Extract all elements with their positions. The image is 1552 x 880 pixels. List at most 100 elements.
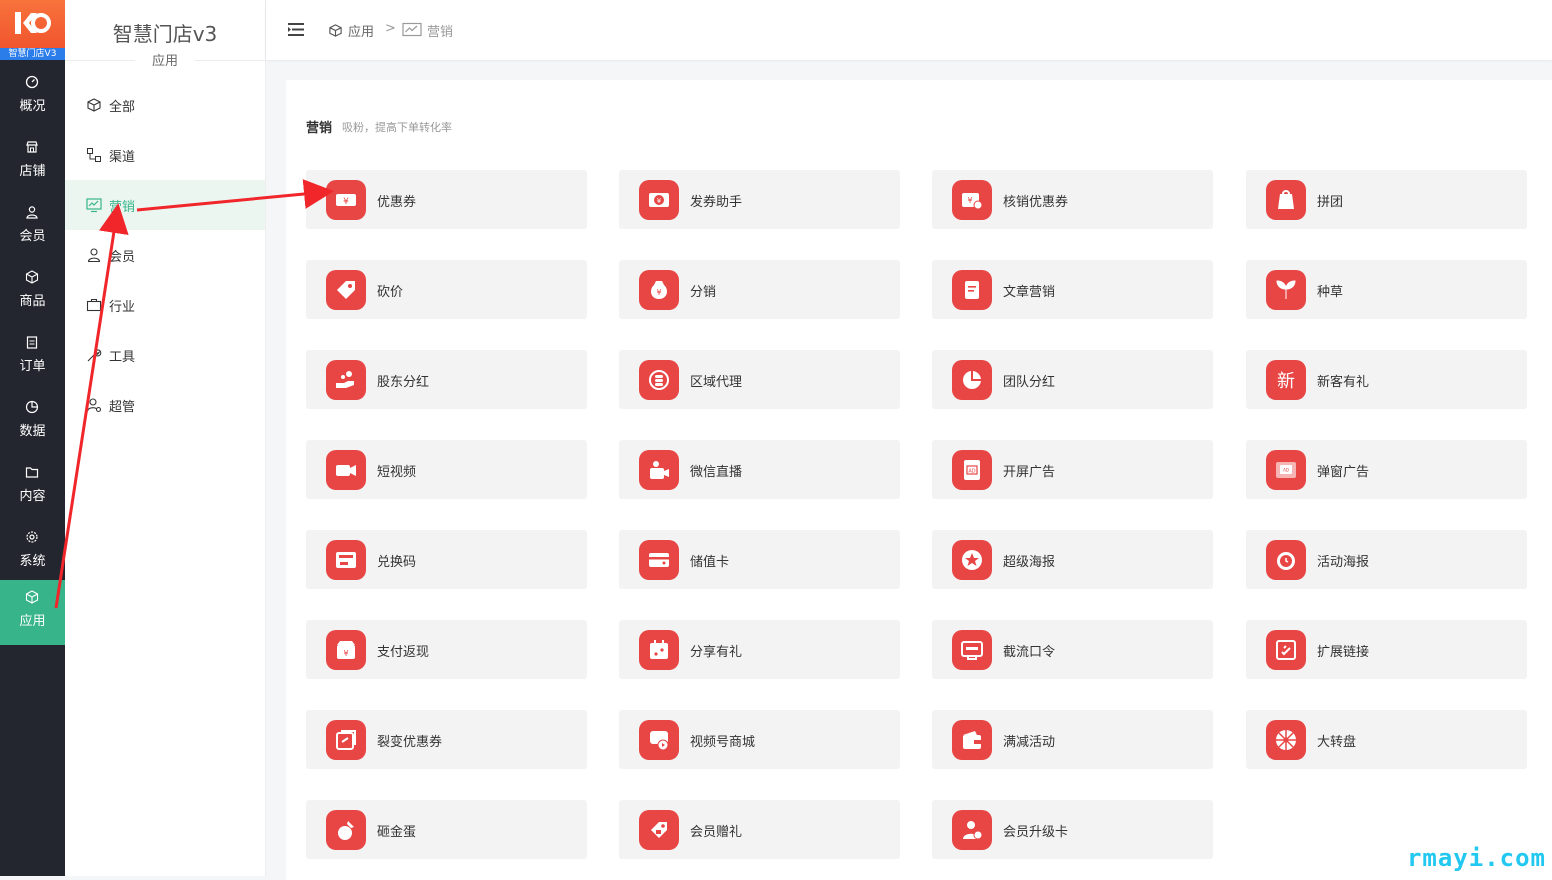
rail-item-member[interactable]: 会员 xyxy=(0,195,65,260)
app-card[interactable]: 活动海报 xyxy=(1246,530,1527,589)
sidebar-item-member[interactable]: 会员 xyxy=(65,230,265,280)
app-icon-badge xyxy=(952,540,992,580)
rail-item-label: 会员 xyxy=(19,229,46,244)
main-nav-rail: 智慧门店V3 概况 店铺 会员 商品 订单 数据 内容 系统 应用 xyxy=(0,0,65,876)
coin-stack-icon xyxy=(649,370,669,390)
app-card-label: 支付返现 xyxy=(377,645,430,660)
sidebar-item-channel[interactable]: 渠道 xyxy=(65,130,265,180)
app-icon-badge xyxy=(639,450,679,490)
app-card-label: 满减活动 xyxy=(1003,735,1056,750)
app-icon-badge xyxy=(1266,720,1306,760)
app-icon-badge xyxy=(1266,180,1306,220)
rail-item-apps[interactable]: 应用 xyxy=(0,580,65,645)
secondary-sidebar: 智慧门店v3 应用 全部 渠道 营销 会员 行业 工具 超管 xyxy=(65,0,266,876)
app-card[interactable]: 股东分红 xyxy=(306,350,587,409)
menu-toggle-icon[interactable] xyxy=(288,23,304,36)
app-icon-badge xyxy=(326,360,366,400)
sidebar-item-industry[interactable]: 行业 xyxy=(65,280,265,330)
money-bag-icon: ¥ xyxy=(651,281,667,299)
sidebar-item-label: 工具 xyxy=(109,350,136,365)
app-card[interactable]: ¥ 优惠券 xyxy=(306,170,587,229)
rail-item-label: 应用 xyxy=(19,614,46,629)
app-icon-badge xyxy=(1266,270,1306,310)
app-icon-badge: AD xyxy=(1266,450,1306,490)
app-card[interactable]: 截流口令 xyxy=(932,620,1213,679)
app-icon-badge: ¥ xyxy=(639,180,679,220)
app-card-label: 砍价 xyxy=(377,285,404,300)
sidebar-item-label: 营销 xyxy=(109,200,136,215)
user-icon xyxy=(26,206,38,219)
rail-item-order[interactable]: 订单 xyxy=(0,325,65,390)
app-card[interactable]: 分享有礼 xyxy=(619,620,900,679)
app-card[interactable]: 兑换码 xyxy=(306,530,587,589)
app-card[interactable]: 团队分红 xyxy=(932,350,1213,409)
app-card[interactable]: 超级海报 xyxy=(932,530,1213,589)
app-card[interactable]: 视频号商城 xyxy=(619,710,900,769)
app-card[interactable]: 满减活动 xyxy=(932,710,1213,769)
app-card[interactable]: ¥ 发券助手 xyxy=(619,170,900,229)
dashboard-icon xyxy=(25,75,39,89)
channel-icon xyxy=(87,148,101,162)
sidebar-item-marketing[interactable]: 营销 xyxy=(65,180,265,230)
star-poster-icon xyxy=(962,550,982,570)
app-card[interactable]: 微信直播 xyxy=(619,440,900,499)
member-upgrade-icon xyxy=(963,821,983,840)
rail-item-label: 商品 xyxy=(19,294,46,309)
rail-item-store[interactable]: 店铺 xyxy=(0,130,65,195)
app-card[interactable]: 区域代理 xyxy=(619,350,900,409)
app-icon-badge xyxy=(326,450,366,490)
app-card-label: 优惠券 xyxy=(377,195,417,210)
breadcrumb-root[interactable]: 应用 xyxy=(328,21,374,40)
app-card-label: 区域代理 xyxy=(690,375,743,390)
app-card[interactable]: 大转盘 xyxy=(1246,710,1527,769)
app-card-label: 团队分红 xyxy=(1003,375,1056,390)
app-icon-badge xyxy=(639,720,679,760)
rail-item-system[interactable]: 系统 xyxy=(0,520,65,585)
app-card-label: 储值卡 xyxy=(690,555,730,570)
app-card[interactable]: 储值卡 xyxy=(619,530,900,589)
rail-item-data[interactable]: 数据 xyxy=(0,390,65,455)
app-icon-badge: ¥ xyxy=(639,270,679,310)
breadcrumb-separator: > xyxy=(385,21,396,36)
app-card[interactable]: 会员升级卡 xyxy=(932,800,1213,859)
app-card[interactable]: AD 弹窗广告 xyxy=(1246,440,1527,499)
svg-text:新: 新 xyxy=(1277,371,1295,392)
app-icon-badge xyxy=(1266,540,1306,580)
section-description: 吸粉，提高下单转化率 xyxy=(342,121,452,134)
video-shop-icon xyxy=(650,731,669,751)
sidebar-item-all[interactable]: 全部 xyxy=(65,80,265,130)
share-gift-icon xyxy=(650,640,668,659)
app-card[interactable]: ¥ 支付返现 xyxy=(306,620,587,679)
app-card-label: 微信直播 xyxy=(690,465,743,480)
rail-item-content[interactable]: 内容 xyxy=(0,455,65,520)
app-card[interactable]: 砸金蛋 xyxy=(306,800,587,859)
app-card[interactable]: 裂变优惠券 xyxy=(306,710,587,769)
app-card-label: 种草 xyxy=(1317,285,1344,300)
app-card[interactable]: 扩展链接 xyxy=(1246,620,1527,679)
app-icon-badge xyxy=(952,360,992,400)
app-icon-badge: ¥ xyxy=(326,180,366,220)
app-card[interactable]: ¥ 分销 xyxy=(619,260,900,319)
app-card[interactable]: 会员赠礼 xyxy=(619,800,900,859)
app-card[interactable]: 新 新客有礼 xyxy=(1246,350,1527,409)
app-card[interactable]: 文章营销 xyxy=(932,260,1213,319)
hand-coins-icon xyxy=(336,371,354,388)
app-logo[interactable]: 智慧门店V3 xyxy=(0,0,65,60)
app-card-label: 分销 xyxy=(690,285,717,300)
rail-item-overview[interactable]: 概况 xyxy=(0,65,65,130)
app-card[interactable]: 短视频 xyxy=(306,440,587,499)
app-icon-badge xyxy=(952,720,992,760)
app-card[interactable]: 砍价 xyxy=(306,260,587,319)
sidebar-item-tools[interactable]: 工具 xyxy=(65,330,265,380)
app-icon-badge xyxy=(639,540,679,580)
app-card[interactable]: ¥ 核销优惠券 xyxy=(932,170,1213,229)
video-camera-icon xyxy=(336,465,356,476)
briefcase-icon xyxy=(86,298,102,312)
app-card[interactable]: AD 开屏广告 xyxy=(932,440,1213,499)
link-icon xyxy=(1276,640,1296,660)
app-icon-badge: ¥ xyxy=(326,630,366,670)
rail-item-goods[interactable]: 商品 xyxy=(0,260,65,325)
sidebar-item-superadmin[interactable]: 超管 xyxy=(65,380,265,430)
app-card[interactable]: 种草 xyxy=(1246,260,1527,319)
app-card[interactable]: 拼团 xyxy=(1246,170,1527,229)
